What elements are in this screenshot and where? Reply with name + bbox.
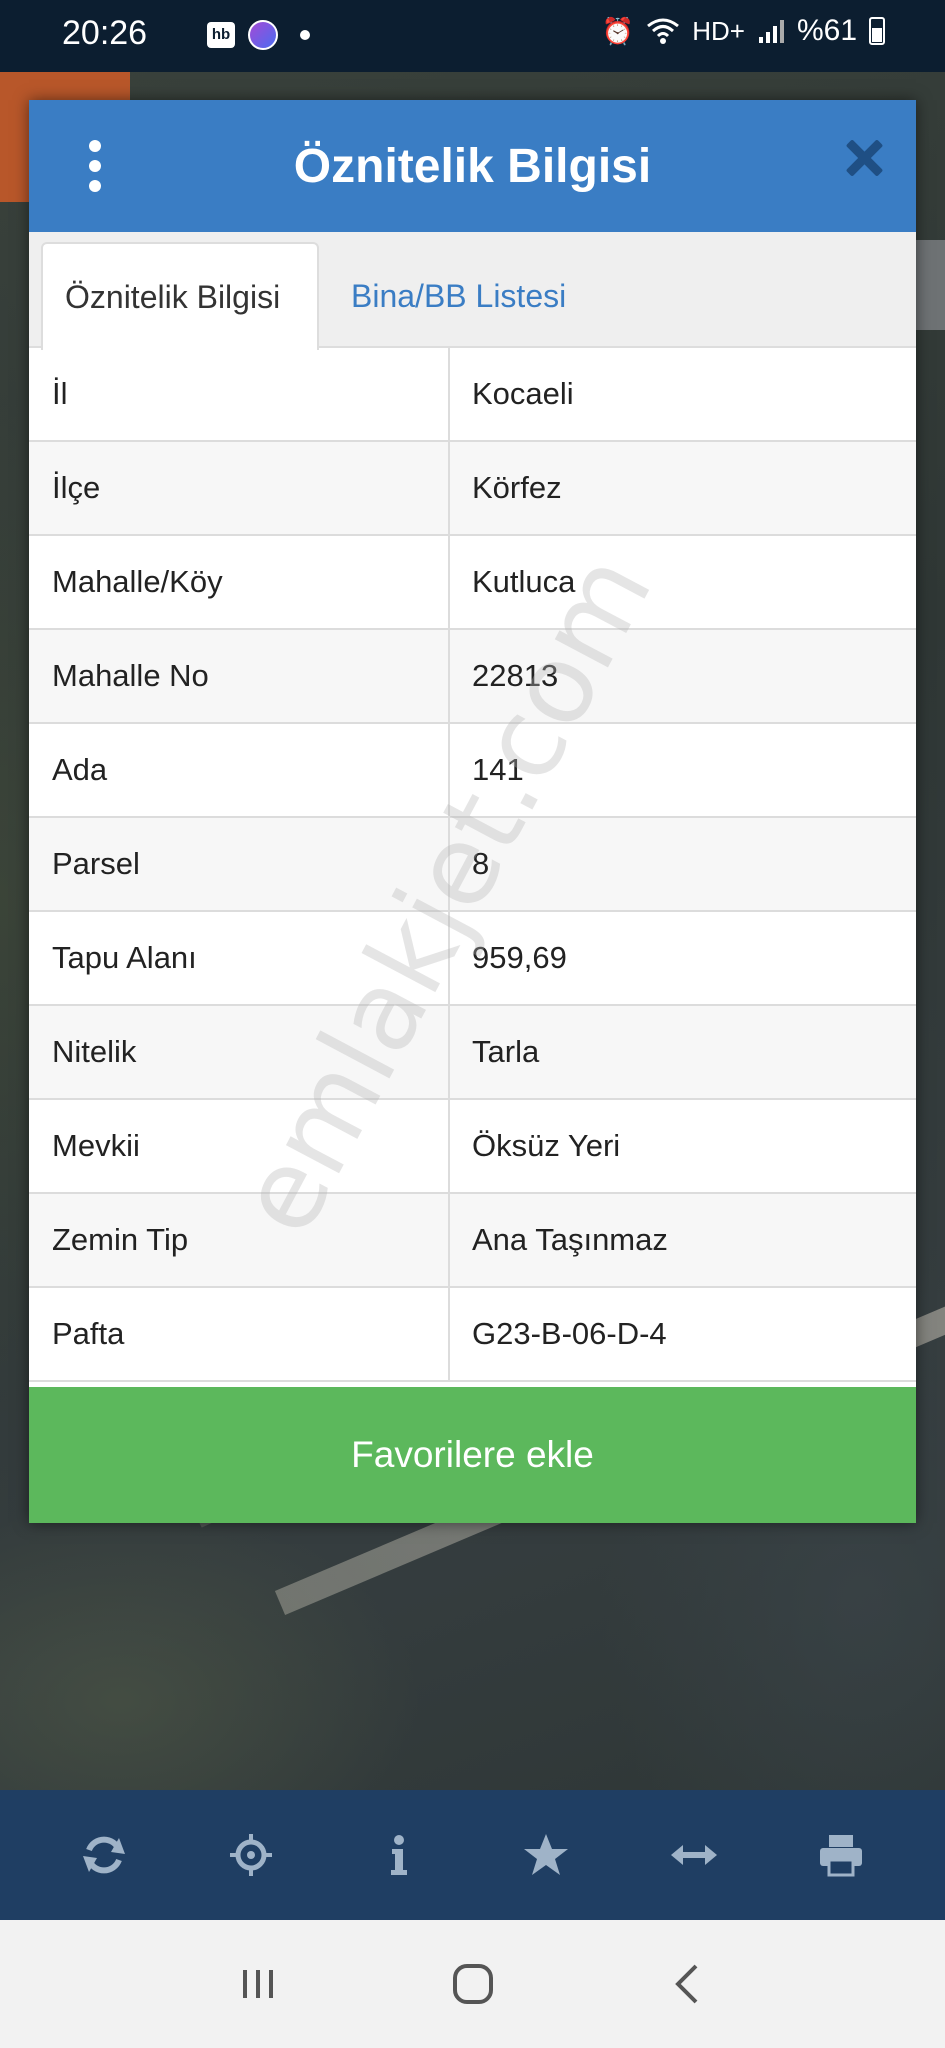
row-key: Pafta (29, 1288, 450, 1380)
locate-icon[interactable] (211, 1815, 291, 1895)
tab-building-list[interactable]: Bina/BB Listesi (329, 242, 588, 350)
hd-voice-icon: HD+ (692, 15, 745, 46)
home-icon[interactable] (443, 1954, 503, 2014)
row-key: İlçe (29, 442, 450, 534)
row-value: Ana Taşınmaz (472, 1222, 668, 1257)
system-nav-bar (0, 1920, 945, 2048)
tab-attribute-info[interactable]: Öznitelik Bilgisi (41, 242, 319, 350)
row-key: İl (29, 348, 450, 440)
row-value: Körfez (472, 470, 562, 505)
recent-apps-icon[interactable] (228, 1954, 288, 2014)
table-row: İlçe Körfez (29, 442, 916, 536)
star-icon[interactable] (506, 1815, 586, 1895)
tab-bar: Öznitelik Bilgisi Bina/BB Listesi (29, 232, 916, 350)
info-icon[interactable] (359, 1815, 439, 1895)
table-row: Mahalle/Köy Kutluca (29, 536, 916, 630)
battery-icon (869, 17, 885, 45)
row-key: Mahalle No (29, 630, 450, 722)
attribute-info-dialog: Öznitelik Bilgisi Öznitelik Bilgisi Bina… (29, 100, 916, 1523)
close-icon[interactable] (842, 136, 886, 180)
row-key: Ada (29, 724, 450, 816)
map-structure (915, 240, 945, 330)
more-options-icon[interactable] (85, 140, 105, 192)
alarm-icon: ⏰ (601, 15, 635, 46)
notification-app-icon (248, 20, 278, 50)
row-value: Öksüz Yeri (472, 1128, 621, 1163)
print-icon[interactable] (801, 1815, 881, 1895)
row-value: 959,69 (472, 940, 567, 975)
back-icon[interactable] (658, 1954, 718, 2014)
table-row: Mevkii Öksüz Yeri (29, 1100, 916, 1194)
row-value: Tarla (472, 1034, 540, 1069)
table-row: İl Kocaeli (29, 348, 916, 442)
notification-dot-icon (300, 30, 310, 40)
map-toolbar (0, 1790, 945, 1920)
signal-icon (758, 20, 784, 43)
measure-icon[interactable] (654, 1815, 734, 1895)
table-row: Zemin Tip Ana Taşınmaz (29, 1194, 916, 1288)
table-row: Nitelik Tarla (29, 1006, 916, 1100)
table-row: Pafta G23-B-06-D-4 (29, 1288, 916, 1382)
add-to-favorites-button[interactable]: Favorilere ekle (29, 1387, 916, 1523)
status-time: 20:26 (62, 14, 148, 52)
row-value: G23-B-06-D-4 (472, 1316, 667, 1351)
refresh-icon[interactable] (64, 1815, 144, 1895)
hb-app-icon: hb (207, 22, 235, 48)
status-bar: 20:26 hb ⏰ HD+ %61 (0, 0, 945, 72)
battery-percent: %61 (796, 14, 857, 47)
dialog-title: Öznitelik Bilgisi (293, 139, 652, 193)
wifi-icon (647, 18, 680, 44)
status-indicators: ⏰ HD+ %61 (602, 14, 885, 48)
row-key: Mahalle/Köy (29, 536, 450, 628)
row-value: Kocaeli (472, 376, 574, 411)
dialog-header: Öznitelik Bilgisi (29, 100, 916, 232)
